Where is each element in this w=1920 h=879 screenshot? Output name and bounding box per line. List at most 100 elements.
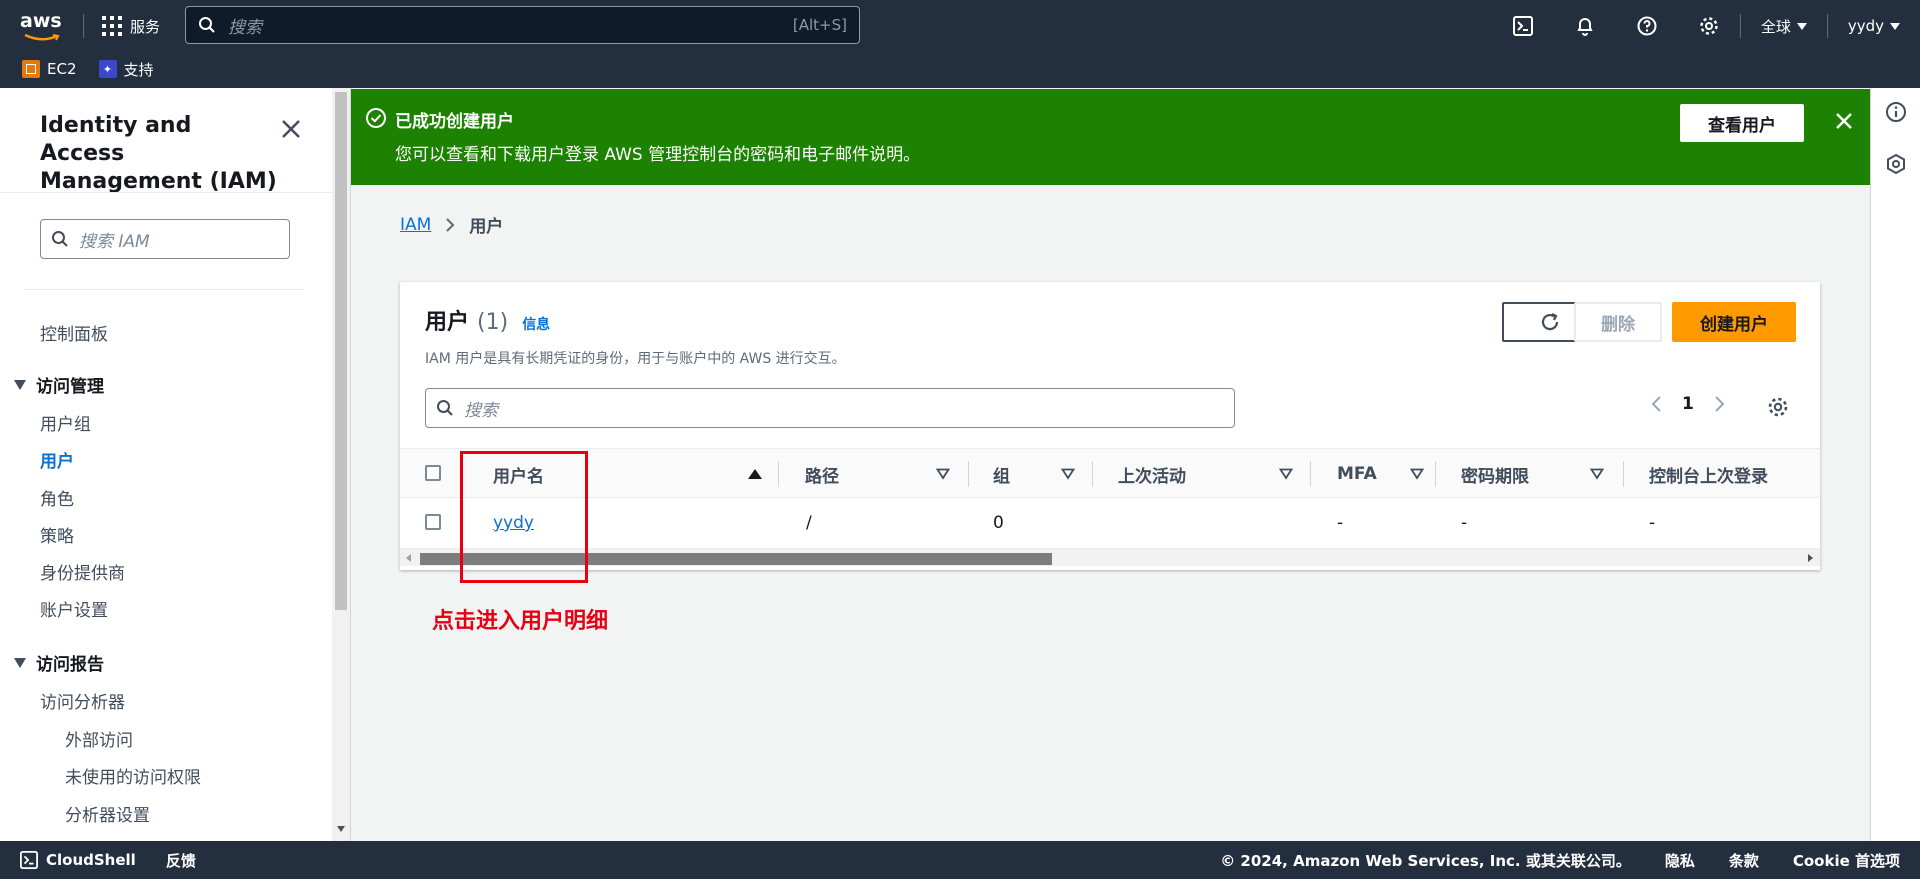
- sort-down-icon[interactable]: [1279, 468, 1293, 480]
- column-label: MFA: [1337, 464, 1377, 484]
- cloudshell-link[interactable]: CloudShell: [20, 851, 136, 869]
- aws-smile-icon: [24, 34, 60, 41]
- sort-down-icon[interactable]: [1061, 468, 1075, 480]
- help-button[interactable]: [1616, 0, 1678, 52]
- column-label: 组: [993, 466, 1010, 487]
- search-icon: [52, 231, 68, 247]
- table-row[interactable]: yydy / 0 - - -: [400, 498, 1820, 548]
- column-divider[interactable]: [778, 461, 779, 487]
- info-icon[interactable]: [1885, 101, 1907, 123]
- cell-console-last-login: -: [1649, 513, 1656, 533]
- privacy-link[interactable]: 隐私: [1665, 850, 1695, 871]
- title-text: 用户: [425, 310, 470, 335]
- sidebar-item-policies[interactable]: 策略: [40, 522, 74, 547]
- sort-ascending-icon[interactable]: [748, 469, 762, 479]
- chevron-right-icon[interactable]: [1714, 395, 1726, 413]
- column-password-age[interactable]: 密码期限: [1461, 449, 1529, 499]
- sidebar-scrollbar[interactable]: [332, 88, 350, 841]
- services-label: 服务: [130, 17, 161, 36]
- iam-search-input[interactable]: 搜索 IAM: [40, 219, 290, 259]
- cookie-preferences-link[interactable]: Cookie 首选项: [1793, 850, 1900, 871]
- success-check-icon: [366, 108, 386, 128]
- feedback-link[interactable]: 反馈: [166, 850, 196, 871]
- sidebar-item-roles[interactable]: 角色: [40, 485, 74, 510]
- table-horizontal-scrollbar[interactable]: [400, 548, 1820, 566]
- sidebar-item-account-settings[interactable]: 账户设置: [40, 596, 108, 621]
- section-label: 访问管理: [36, 377, 104, 397]
- annotation-highlight-box: [460, 451, 588, 583]
- terms-link[interactable]: 条款: [1729, 850, 1759, 871]
- create-user-button[interactable]: 创建用户: [1672, 302, 1796, 342]
- scroll-left-icon[interactable]: [406, 554, 411, 562]
- sort-down-icon[interactable]: [1590, 468, 1604, 480]
- delete-button[interactable]: 删除: [1574, 302, 1662, 342]
- scrollbar-thumb[interactable]: [335, 92, 347, 610]
- scroll-down-icon[interactable]: [337, 826, 345, 832]
- top-nav-row: aws 服务 搜索 [Alt+S] 全球 yydy: [0, 0, 1920, 52]
- grid-icon: [102, 16, 122, 36]
- column-divider[interactable]: [1310, 461, 1311, 487]
- section-access-reports[interactable]: 访问报告: [14, 650, 104, 675]
- breadcrumb-iam[interactable]: IAM: [400, 215, 431, 235]
- sidebar-item-analyzer-settings[interactable]: 分析器设置: [65, 801, 150, 826]
- footer-left: CloudShell 反馈: [20, 841, 196, 879]
- chevron-left-icon[interactable]: [1650, 395, 1662, 413]
- search-shortcut: [Alt+S]: [792, 16, 847, 34]
- view-user-button[interactable]: 查看用户: [1680, 104, 1804, 142]
- gear-icon[interactable]: [1767, 396, 1789, 418]
- sidebar-item-user-groups[interactable]: 用户组: [40, 410, 91, 435]
- sidebar-item-dashboard[interactable]: 控制面板: [40, 320, 108, 345]
- search-icon: [437, 400, 453, 416]
- sidebar-item-external-access[interactable]: 外部访问: [65, 726, 133, 751]
- column-divider[interactable]: [1623, 461, 1624, 487]
- annotation-text: 点击进入用户明细: [432, 609, 609, 634]
- caret-down-icon: [14, 657, 26, 668]
- support-icon: ✦: [98, 60, 117, 78]
- divider: [350, 88, 351, 841]
- right-tool-rail: [1870, 88, 1920, 841]
- cloudshell-button[interactable]: [1492, 0, 1554, 52]
- column-last-activity[interactable]: 上次活动: [1118, 449, 1186, 499]
- column-divider[interactable]: [1092, 461, 1093, 487]
- section-label: 访问报告: [36, 655, 104, 675]
- table-search-input[interactable]: 搜索: [425, 388, 1235, 428]
- info-link[interactable]: 信息: [522, 314, 550, 334]
- services-menu-button[interactable]: 服务: [102, 14, 160, 38]
- sidebar-title[interactable]: Identity and Access Management (IAM): [40, 112, 280, 196]
- column-groups[interactable]: 组: [993, 449, 1010, 499]
- sidebar-item-identity-providers[interactable]: 身份提供商: [40, 559, 125, 584]
- help-panel-icon[interactable]: [1885, 153, 1907, 175]
- sort-down-icon[interactable]: [936, 468, 950, 480]
- notifications-button[interactable]: [1554, 0, 1616, 52]
- sidebar-item-access-analyzer[interactable]: 访问分析器: [40, 688, 125, 713]
- select-all-checkbox[interactable]: [425, 465, 441, 481]
- scroll-right-icon[interactable]: [1808, 554, 1813, 562]
- close-icon[interactable]: [1833, 110, 1855, 132]
- column-divider[interactable]: [968, 461, 969, 487]
- column-mfa[interactable]: MFA: [1337, 449, 1377, 499]
- column-path[interactable]: 路径: [805, 449, 839, 499]
- cell-groups: 0: [993, 513, 1004, 533]
- account-menu[interactable]: yydy: [1828, 0, 1920, 52]
- column-divider[interactable]: [1435, 461, 1436, 487]
- success-flash-banner: 已成功创建用户 您可以查看和下载用户登录 AWS 管理控制台的密码和电子邮件说明…: [351, 89, 1870, 185]
- sidebar-item-unused-access[interactable]: 未使用的访问权限: [65, 763, 201, 788]
- settings-button[interactable]: [1678, 0, 1740, 52]
- global-search-input[interactable]: 搜索 [Alt+S]: [185, 6, 860, 44]
- region-selector[interactable]: 全球: [1741, 0, 1827, 52]
- sidebar-item-users[interactable]: 用户: [40, 447, 74, 472]
- favorite-ec2[interactable]: EC2: [22, 60, 77, 78]
- row-checkbox[interactable]: [425, 514, 441, 530]
- caret-down-icon: [1890, 22, 1900, 30]
- sort-down-icon[interactable]: [1410, 468, 1424, 480]
- close-icon[interactable]: [280, 118, 302, 140]
- favorite-support[interactable]: ✦ 支持: [98, 59, 154, 80]
- users-description: IAM 用户是具有长期凭证的身份，用于与账户中的 AWS 进行交互。: [425, 351, 846, 367]
- divider: [24, 289, 304, 290]
- section-access-management[interactable]: 访问管理: [14, 372, 104, 397]
- top-icons: 全球 yydy: [1492, 0, 1920, 52]
- aws-logo[interactable]: aws: [20, 10, 66, 42]
- sidebar: Identity and Access Management (IAM) 搜索 …: [0, 88, 332, 841]
- column-console-last-login[interactable]: 控制台上次登录: [1649, 449, 1768, 499]
- page-number[interactable]: 1: [1682, 394, 1694, 414]
